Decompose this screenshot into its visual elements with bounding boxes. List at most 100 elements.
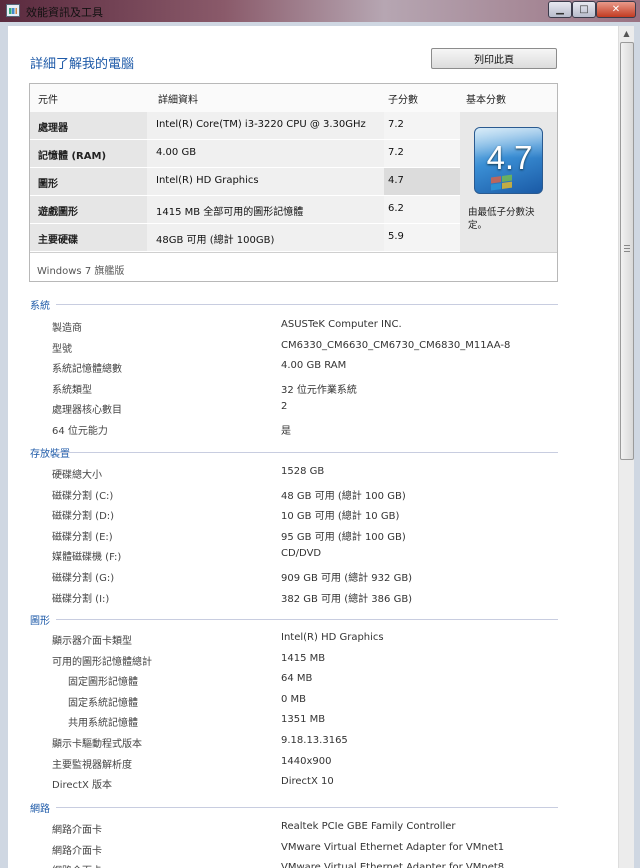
property-label: 顯示器介面卡類型 [52, 636, 132, 647]
property-value: 1351 MB [281, 714, 326, 725]
component-subscore: 7.2 [384, 140, 460, 167]
property-value: 32 位元作業系統 [281, 385, 357, 396]
property-value: CD/DVD [281, 548, 322, 559]
performance-icon [6, 4, 20, 17]
property-label: 網路介面卡 [52, 862, 102, 868]
property-value: 1415 MB [281, 653, 326, 664]
property-value: 64 MB [281, 673, 313, 684]
maximize-button[interactable]: □ [572, 1, 596, 18]
component-details: 4.00 GB [147, 140, 384, 167]
property-value: 1528 GB [281, 466, 325, 477]
property-value: VMware Virtual Ethernet Adapter for VMne… [281, 842, 505, 853]
score-table: 元件 詳細資料 子分數 基本分數 處理器 Intel(R) Core(TM) i… [29, 83, 558, 282]
section-divider [56, 304, 558, 305]
property-value: 48 GB 可用 (總計 100 GB) [281, 491, 406, 502]
component-name: 處理器 [30, 112, 147, 139]
property-label: 磁碟分割 (G:) [52, 573, 115, 584]
component-name: 記憶體 (RAM) [30, 140, 147, 167]
property-value: 2 [281, 401, 288, 412]
property-label: 網路介面卡 [52, 825, 102, 836]
component-details: 1415 MB 全部可用的圖形記憶體 [147, 196, 384, 223]
property-label: 網路介面卡 [52, 846, 102, 857]
maximize-icon: □ [579, 4, 589, 15]
property-value: 4.00 GB RAM [281, 360, 347, 371]
close-button[interactable]: ✕ [596, 1, 636, 18]
property-label: 64 位元能力 [52, 426, 108, 437]
property-value: 382 GB 可用 (總計 386 GB) [281, 594, 413, 605]
scroll-thumb[interactable] [620, 42, 634, 460]
property-label: 系統記憶體總數 [52, 364, 122, 375]
component-details: Intel(R) HD Graphics [147, 168, 384, 195]
property-value: 909 GB 可用 (總計 932 GB) [281, 573, 413, 584]
property-label: 主要監視器解析度 [52, 760, 132, 771]
property-label: 媒體磁碟機 (F:) [52, 552, 122, 563]
property-label: 固定系統記憶體 [68, 698, 138, 709]
property-label: 型號 [52, 344, 72, 355]
property-label: 磁碟分割 (E:) [52, 532, 113, 543]
component-subscore: 6.2 [384, 196, 460, 223]
property-value: CM6330_CM6630_CM6730_CM6830_M11AA-8 [281, 340, 511, 351]
vertical-scrollbar[interactable]: ▲ [618, 26, 634, 868]
edition-row: Windows 7 旗艦版 [30, 252, 557, 283]
property-label: 磁碟分割 (D:) [52, 511, 115, 522]
col-header-base: 基本分數 [466, 95, 506, 106]
section-divider [56, 807, 558, 808]
component-details: 48GB 可用 (總計 100GB) [147, 224, 384, 251]
property-value: 是 [281, 426, 291, 437]
property-value: 95 GB 可用 (總計 100 GB) [281, 532, 406, 543]
windows-edition: Windows 7 旗艦版 [37, 266, 125, 277]
col-header-subscore: 子分數 [388, 95, 418, 106]
section-title-system: 系統 [30, 301, 50, 312]
grip-line [624, 248, 630, 249]
col-header-details: 詳細資料 [158, 95, 198, 106]
print-page-button[interactable]: 列印此頁 [431, 48, 557, 69]
property-label: 固定圖形記憶體 [68, 677, 138, 688]
property-value: 10 GB 可用 (總計 10 GB) [281, 511, 400, 522]
section-title-graphics: 圖形 [30, 616, 50, 627]
property-value: Realtek PCIe GBE Family Controller [281, 821, 456, 832]
property-label: 系統類型 [52, 385, 92, 396]
component-subscore: 7.2 [384, 112, 460, 139]
content-area: 詳細了解我的電腦 列印此頁 元件 詳細資料 子分數 基本分數 處理器 Intel… [8, 26, 618, 868]
base-score-cell: 4.7 由最低子分數決定。 [460, 112, 557, 252]
property-label: 處理器核心數目 [52, 405, 122, 416]
col-header-component: 元件 [38, 95, 58, 106]
base-score-badge: 4.7 [474, 127, 543, 194]
property-label: 製造商 [52, 323, 82, 334]
component-subscore-lowest: 4.7 [384, 168, 460, 195]
component-name: 遊戲圖形 [30, 196, 147, 223]
property-label: DirectX 版本 [52, 780, 112, 791]
scroll-up-arrow-icon[interactable]: ▲ [619, 26, 634, 42]
property-label: 共用系統記憶體 [68, 718, 138, 729]
component-subscore: 5.9 [384, 224, 460, 251]
score-table-header: 元件 詳細資料 子分數 基本分數 [30, 84, 557, 113]
property-value: DirectX 10 [281, 776, 334, 787]
property-value: VMware Virtual Ethernet Adapter for VMne… [281, 862, 505, 868]
property-label: 磁碟分割 (C:) [52, 491, 114, 502]
close-icon: ✕ [611, 4, 621, 15]
base-score-value: 4.7 [486, 139, 533, 176]
component-name: 圖形 [30, 168, 147, 195]
grip-line [624, 251, 630, 252]
window-title: 效能資訊及工具 [26, 6, 103, 19]
property-value: Intel(R) HD Graphics [281, 632, 384, 643]
property-label: 磁碟分割 (I:) [52, 594, 110, 605]
component-name: 主要硬碟 [30, 224, 147, 251]
base-score-description: 由最低子分數決定。 [468, 207, 535, 231]
property-value: ASUSTeK Computer INC. [281, 319, 402, 330]
property-value: 9.18.13.3165 [281, 735, 348, 746]
property-value: 1440x900 [281, 756, 332, 767]
minimize-icon: ▁ [556, 4, 564, 15]
section-divider [56, 452, 558, 453]
page-title: 詳細了解我的電腦 [30, 57, 135, 72]
section-divider [56, 619, 558, 620]
property-value: 0 MB [281, 694, 307, 705]
property-label: 顯示卡驅動程式版本 [52, 739, 142, 750]
grip-line [624, 245, 630, 246]
component-details: Intel(R) Core(TM) i3-3220 CPU @ 3.30GHz [147, 112, 384, 139]
section-title-network: 網路 [30, 804, 50, 815]
windows-flag-icon [491, 174, 513, 191]
minimize-button[interactable]: ▁ [548, 1, 572, 18]
property-label: 硬碟總大小 [52, 470, 102, 481]
property-label: 可用的圖形記憶體總計 [52, 657, 152, 668]
